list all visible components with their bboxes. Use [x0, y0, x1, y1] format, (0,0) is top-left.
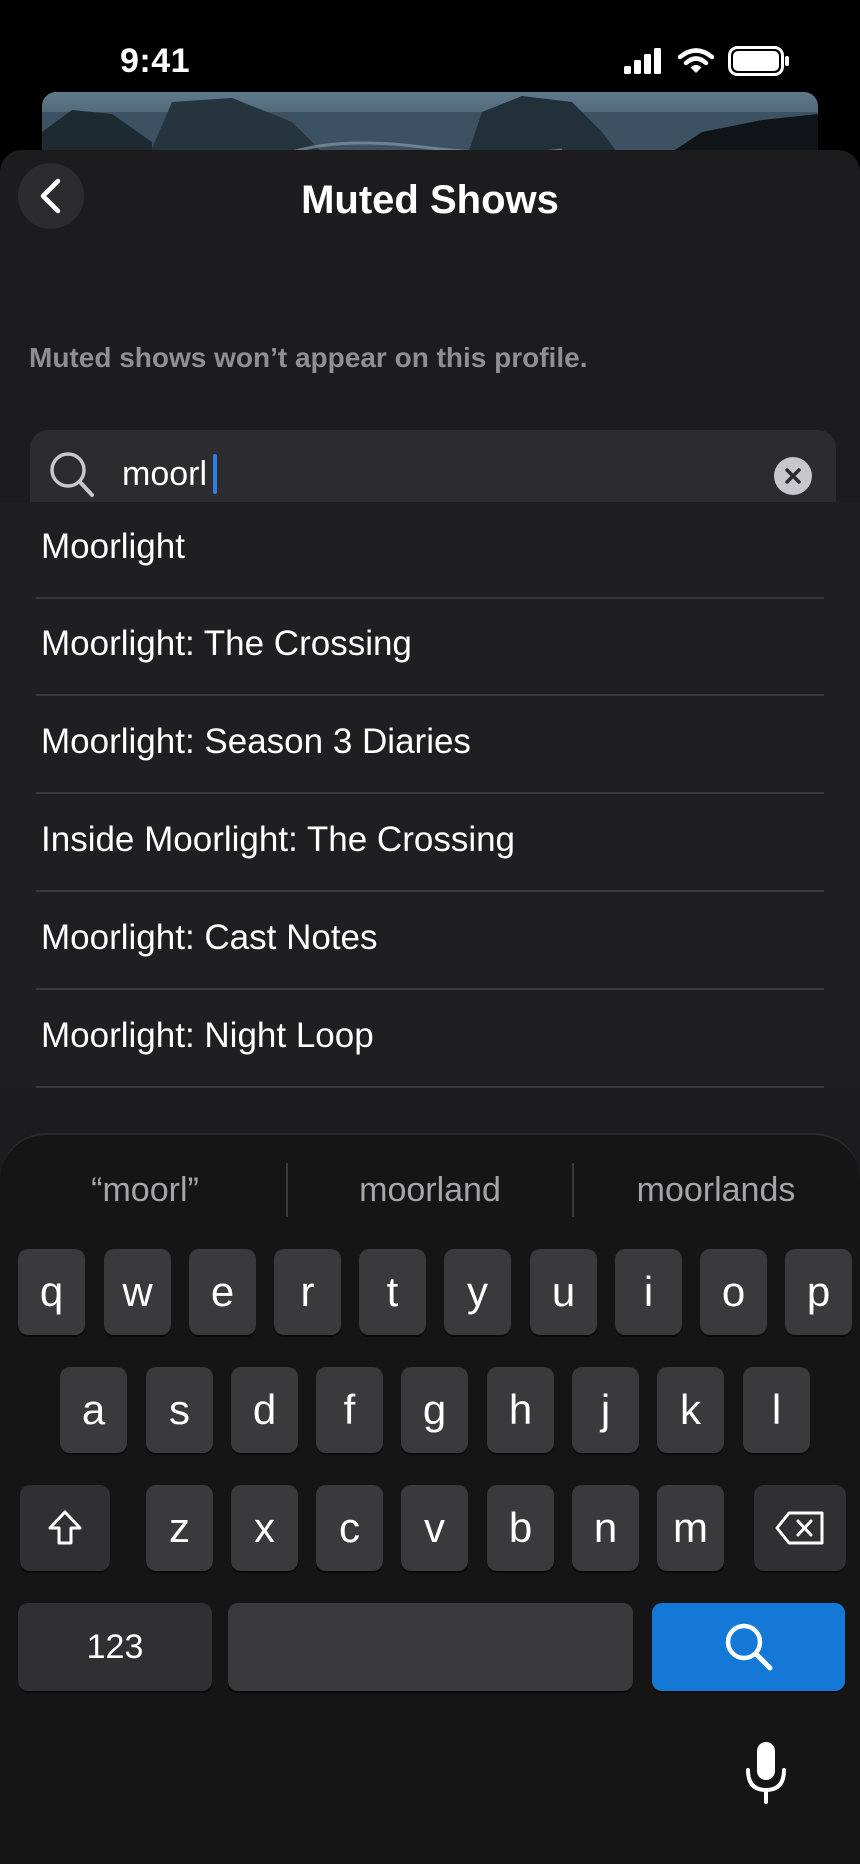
key[interactable]: g [401, 1367, 468, 1453]
key[interactable]: u [530, 1249, 597, 1335]
result-item[interactable]: Inside Moorlight: The Crossing [36, 795, 824, 892]
battery-icon [728, 46, 789, 76]
mic-icon[interactable] [740, 1740, 792, 1806]
wifi-icon [678, 48, 714, 73]
description-text: Muted shows won’t appear on this profile… [29, 342, 588, 373]
result-item[interactable]: Moorlight [36, 502, 824, 599]
search-input-value: moorl [122, 454, 208, 493]
key[interactable]: x [231, 1485, 298, 1571]
key[interactable]: w [104, 1249, 171, 1335]
key[interactable]: e [189, 1249, 256, 1335]
text-caret [213, 454, 218, 494]
shift-key[interactable] [20, 1485, 110, 1571]
delete-icon [775, 1511, 824, 1545]
status-time: 9:41 [120, 42, 191, 80]
key[interactable]: h [487, 1367, 554, 1453]
numbers-key[interactable]: 123 [18, 1603, 212, 1691]
key[interactable]: f [316, 1367, 383, 1453]
search-key[interactable] [652, 1603, 845, 1691]
delete-key[interactable] [754, 1485, 846, 1571]
key[interactable]: q [18, 1249, 85, 1335]
suggestion-3[interactable]: moorlands [573, 1171, 859, 1210]
key[interactable]: l [743, 1367, 810, 1453]
space-key[interactable] [228, 1603, 633, 1691]
search-icon [725, 1623, 772, 1671]
key[interactable]: i [615, 1249, 682, 1335]
suggestion-2[interactable]: moorland [287, 1171, 573, 1210]
clear-search-button[interactable] [774, 457, 812, 495]
key[interactable]: o [700, 1249, 767, 1335]
key[interactable]: t [359, 1249, 426, 1335]
result-item[interactable]: Moorlight: The Crossing [36, 599, 824, 696]
search-icon [50, 452, 94, 497]
key[interactable]: p [785, 1249, 852, 1335]
result-item[interactable]: Moorlight: Season 3 Diaries [36, 697, 824, 794]
key[interactable]: k [657, 1367, 724, 1453]
key[interactable]: v [401, 1485, 468, 1571]
key[interactable]: r [274, 1249, 341, 1335]
key[interactable]: m [657, 1485, 724, 1571]
key[interactable]: d [231, 1367, 298, 1453]
clear-icon [785, 468, 801, 484]
key[interactable]: j [572, 1367, 639, 1453]
signal-icon [624, 48, 661, 74]
shift-icon [48, 1510, 82, 1545]
result-item[interactable]: Moorlight: Night Loop [36, 991, 824, 1088]
key[interactable]: y [444, 1249, 511, 1335]
search-results: Moorlight Moorlight: The Crossing Moorli… [0, 502, 860, 1088]
page-title: Muted Shows [301, 178, 559, 222]
key[interactable]: z [146, 1485, 213, 1571]
key[interactable]: a [60, 1367, 127, 1453]
key[interactable]: c [316, 1485, 383, 1571]
key[interactable]: n [572, 1485, 639, 1571]
suggestion-1[interactable]: “moorl” [2, 1171, 288, 1210]
result-item[interactable]: Moorlight: Cast Notes [36, 893, 824, 990]
key[interactable]: s [146, 1367, 213, 1453]
key[interactable]: b [487, 1485, 554, 1571]
search-input[interactable]: moorl [122, 454, 218, 494]
